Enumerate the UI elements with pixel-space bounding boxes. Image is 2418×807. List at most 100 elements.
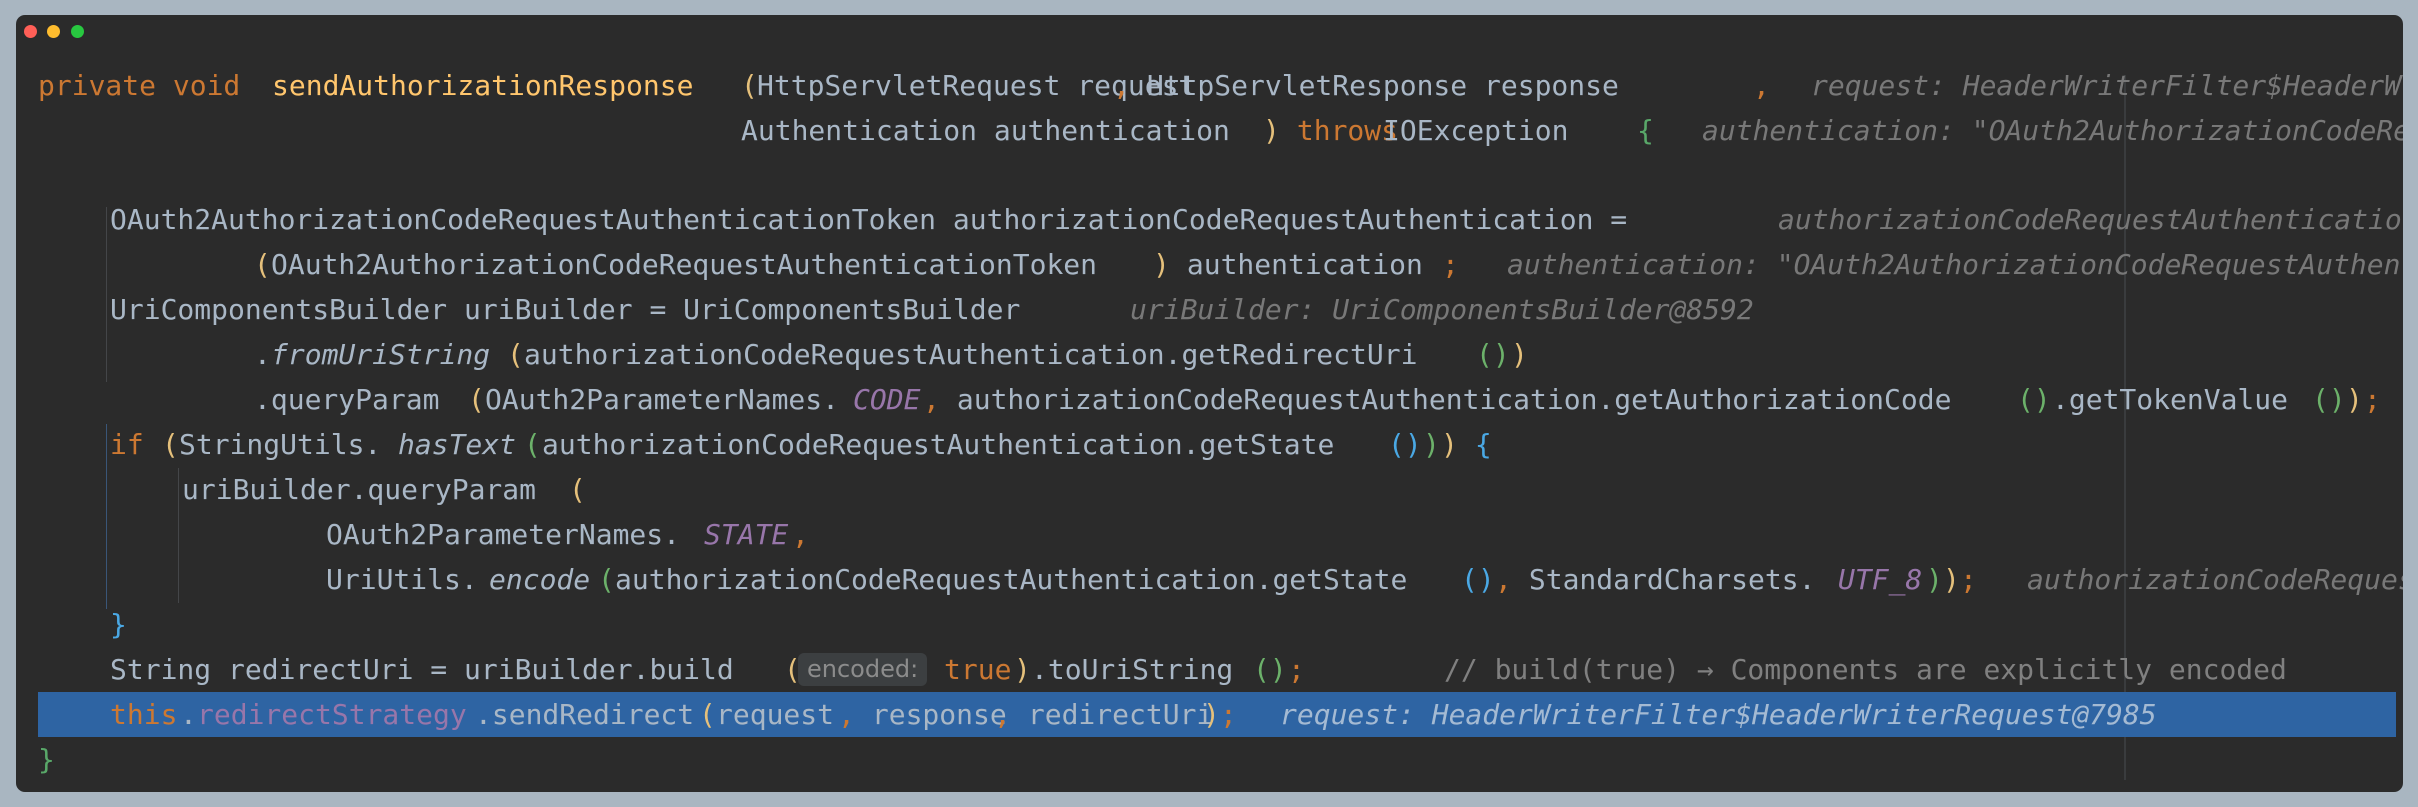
paren: () xyxy=(2312,383,2346,416)
code-line: ( OAuth2AuthorizationCodeRequestAuthenti… xyxy=(16,242,2403,287)
code-line: . fromUriString ( authorizationCodeReque… xyxy=(16,332,1528,377)
indent-guide xyxy=(178,468,179,603)
expression: OAuth2ParameterNames. xyxy=(485,383,840,416)
type: UriUtils. xyxy=(326,563,478,596)
paren: ) xyxy=(1511,338,1528,371)
constant: STATE xyxy=(704,518,789,551)
paren: ( xyxy=(741,69,758,102)
paren: ) xyxy=(1441,428,1458,461)
paren: ( xyxy=(468,383,485,416)
close-window-icon[interactable] xyxy=(24,25,37,38)
comma: , xyxy=(1113,69,1130,102)
minimize-window-icon[interactable] xyxy=(47,25,60,38)
comma: , xyxy=(923,383,940,416)
zoom-window-icon[interactable] xyxy=(71,25,84,38)
code-line: String redirectUri = uriBuilder.build ( … xyxy=(16,647,2287,692)
inline-debug-hint: authorizationCodeRequestAuthentication: … xyxy=(1778,203,2403,236)
paren: ) xyxy=(1263,114,1280,147)
code-line: } xyxy=(16,602,127,647)
argument: response xyxy=(855,698,1007,731)
static-method: encode xyxy=(489,563,591,596)
inline-debug-hint: uriBuilder: UriComponentsBuilder@8592 xyxy=(1130,293,1754,326)
identifier: authentication xyxy=(1170,248,1423,281)
method-call: .queryParam xyxy=(254,383,440,416)
editor-window: private void sendAuthorizationResponse (… xyxy=(16,15,2403,792)
semicolon: ; xyxy=(1288,653,1305,686)
inline-debug-hint: authorizationCodeRequestAuthentication: … xyxy=(2027,563,2403,596)
code-line: if ( StringUtils. hasText ( authorizatio… xyxy=(16,422,1492,467)
argument: redirectUri xyxy=(1011,698,1214,731)
parameter-name-hint: encoded: xyxy=(798,653,928,686)
parameter: Authentication authentication xyxy=(741,114,1230,147)
method-call: .toUriString xyxy=(1031,653,1234,686)
code-line: OAuth2AuthorizationCodeRequestAuthentica… xyxy=(16,197,2403,242)
paren: () xyxy=(1461,563,1495,596)
paren: ) xyxy=(1943,563,1960,596)
expression: authorizationCodeRequestAuthentication.g… xyxy=(940,383,1952,416)
static-method: fromUriString xyxy=(271,338,491,371)
paren: () xyxy=(2017,383,2051,416)
expression: authorizationCodeRequestAuthentication.g… xyxy=(524,338,1418,371)
brace: { xyxy=(1458,428,1492,461)
keyword: private void xyxy=(38,69,258,102)
brace: { xyxy=(1637,114,1654,147)
semicolon: ; xyxy=(1960,563,1977,596)
constant: UTF_8 xyxy=(1838,563,1923,596)
paren: ) xyxy=(1203,698,1220,731)
comma: , xyxy=(838,698,855,731)
expression: authorizationCodeRequestAuthentication.g… xyxy=(615,563,1408,596)
dot: . xyxy=(254,338,271,371)
comma: , xyxy=(1495,563,1512,596)
argument: request xyxy=(716,698,835,731)
paren: ( xyxy=(254,248,271,281)
paren: ( xyxy=(524,428,541,461)
semicolon: ; xyxy=(1220,698,1237,731)
semicolon: ; xyxy=(2364,383,2381,416)
paren: () xyxy=(1388,428,1422,461)
type: IOException xyxy=(1383,114,1586,147)
literal: true xyxy=(944,653,1012,686)
inline-debug-hint: request: HeaderWriterFilter$HeaderWriter… xyxy=(1811,69,2403,102)
paren: () xyxy=(1253,653,1287,686)
code-line: .queryParam ( OAuth2ParameterNames. CODE… xyxy=(16,377,2381,422)
paren: ( xyxy=(507,338,524,371)
paren: () xyxy=(1476,338,1510,371)
inline-debug-hint: authentication: "OAuth2AuthorizationCode… xyxy=(1507,248,2403,281)
keyword: if xyxy=(110,428,161,461)
semicolon: ; xyxy=(1442,248,1459,281)
method-call: uriBuilder.queryParam xyxy=(182,473,537,506)
comma: , xyxy=(1753,69,1770,102)
brace: } xyxy=(38,743,55,776)
paren: ( xyxy=(162,428,179,461)
paren: ( xyxy=(569,473,586,506)
code-line: private void sendAuthorizationResponse (… xyxy=(16,63,2403,108)
brace: } xyxy=(110,608,127,641)
inline-debug-hint: request: HeaderWriterFilter$HeaderWriter… xyxy=(1280,698,2157,731)
expression: authorizationCodeRequestAuthentication.g… xyxy=(542,428,1335,461)
statement: String redirectUri = uriBuilder.build xyxy=(110,653,734,686)
code-line: uriBuilder.queryParam ( xyxy=(16,467,586,512)
field: redirectStrategy xyxy=(197,698,467,731)
comma: , xyxy=(792,518,809,551)
code-line: } xyxy=(16,737,117,782)
code-line: UriComponentsBuilder uriBuilder = UriCom… xyxy=(16,287,1754,332)
paren: ( xyxy=(598,563,615,596)
paren: ) xyxy=(1014,653,1031,686)
paren: ( xyxy=(699,698,716,731)
constant: CODE xyxy=(853,383,921,416)
expression: OAuth2ParameterNames. xyxy=(326,518,681,551)
code-line: Authentication authentication ) throws I… xyxy=(16,108,2403,153)
code-line: OAuth2ParameterNames. STATE , xyxy=(16,512,809,557)
paren: ) xyxy=(1153,248,1170,281)
inline-debug-hint: authentication: "OAuth2AuthorizationCode… xyxy=(1702,114,2403,147)
dot: . xyxy=(180,698,197,731)
parameter: HttpServletResponse response xyxy=(1130,69,1619,102)
code-line: UriUtils. encode ( authorizationCodeRequ… xyxy=(16,557,2403,602)
keyword: this xyxy=(110,698,178,731)
current-execution-line[interactable]: this . redirectStrategy .sendRedirect ( … xyxy=(38,692,2396,737)
method-call: .sendRedirect xyxy=(475,698,695,731)
type: StandardCharsets. xyxy=(1512,563,1816,596)
paren: ) xyxy=(1423,428,1440,461)
paren: ) xyxy=(2346,383,2363,416)
comma: , xyxy=(994,698,1011,731)
